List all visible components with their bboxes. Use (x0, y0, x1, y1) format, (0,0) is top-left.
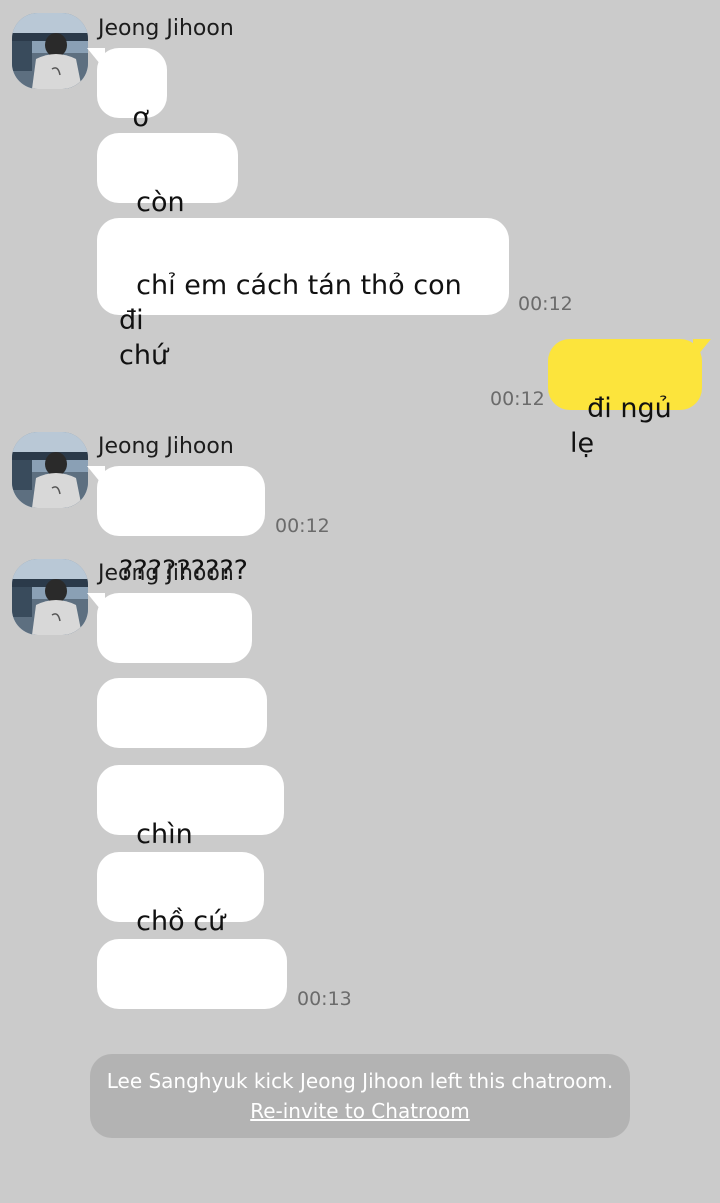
message-bubble[interactable]: còn em (97, 133, 238, 253)
message-bubble[interactable]: ơ (87, 48, 167, 133)
avatar[interactable] (12, 13, 88, 89)
loudly-crying-face-icon (174, 998, 204, 1097)
message-bubble[interactable] (97, 939, 287, 1132)
avatar-photo (12, 559, 88, 635)
message-bubble[interactable]: ????????? (87, 466, 265, 586)
message-bubble[interactable]: aaaaaaaa (97, 678, 267, 798)
message-bubble[interactable]: chồ cứ rề (97, 852, 264, 972)
avatar[interactable] (12, 559, 88, 635)
message-text: đi ngủ lẹ (570, 393, 681, 459)
avatar-photo (12, 13, 88, 89)
message-bubble[interactable]: aecctnxl (87, 593, 252, 713)
message-time: 00:12 (518, 293, 573, 315)
message-bubble[interactable]: chỉ em cách tán thỏ con đi chứ (97, 218, 509, 371)
message-text: chỉ em cách tán thỏ con đi chứ (119, 270, 462, 371)
message-time: 00:12 (275, 515, 330, 537)
avatar[interactable] (12, 432, 88, 508)
message-text: ơ (132, 102, 149, 133)
message-bubble[interactable]: chìn cháaa (97, 765, 284, 885)
notice-text: Lee Sanghyuk kick Jeong Jihoon left this… (106, 1069, 614, 1093)
sender-name: Jeong Jihoon (98, 16, 234, 41)
loudly-crying-face-icon (212, 998, 242, 1097)
sender-name: Jeong Jihoon (98, 434, 234, 459)
loudly-crying-face-icon (136, 998, 166, 1097)
message-time: 00:12 (490, 388, 545, 410)
system-notice: Lee Sanghyuk kick Jeong Jihoon left this… (90, 1054, 630, 1138)
message-time: 00:13 (297, 988, 352, 1010)
avatar-photo (12, 432, 88, 508)
sender-name: Jeong Jihoon (98, 561, 234, 586)
reinvite-link[interactable]: Re-invite to Chatroom (90, 1096, 630, 1126)
my-message-bubble[interactable]: đi ngủ lẹ (548, 339, 711, 459)
